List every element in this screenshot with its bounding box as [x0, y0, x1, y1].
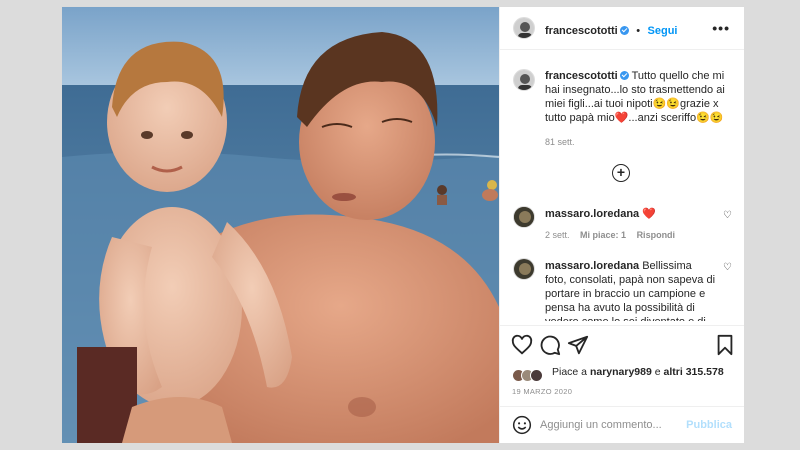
- load-more-comments-button[interactable]: +: [612, 164, 630, 182]
- avatar-image: [514, 18, 534, 38]
- comment-1-meta: 2 sett. Mi piace: 1 Rispondi: [545, 230, 675, 240]
- comments-list[interactable]: francescototti Tutto quello che mi hai i…: [500, 51, 744, 321]
- bookmark-icon: [717, 334, 733, 356]
- likes-prefix: Piace a: [552, 366, 590, 378]
- comment-1: massaro.loredana ❤️: [545, 207, 715, 221]
- commenter-avatar[interactable]: [513, 206, 535, 228]
- likes-summary: Piace a narynary989 e altri 315.578: [552, 366, 724, 378]
- post-photo[interactable]: [62, 7, 499, 443]
- caption-block: francescototti Tutto quello che mi hai i…: [545, 69, 730, 125]
- add-comment-bar: Aggiungi un commento... Pubblica: [500, 406, 744, 443]
- post-actions: Piace a narynary989 e altri 315.578 19 M…: [500, 325, 744, 399]
- heart-icon: [511, 334, 533, 355]
- comment-username[interactable]: massaro.loredana: [545, 260, 639, 272]
- post-details-panel: francescototti • Segui ••• francescotott…: [499, 7, 744, 443]
- save-button[interactable]: [714, 334, 736, 356]
- header-user: francescototti • Segui: [545, 21, 677, 39]
- comment-likes[interactable]: Mi piace: 1: [580, 230, 626, 240]
- caption-avatar[interactable]: [513, 69, 535, 91]
- publish-button[interactable]: Pubblica: [686, 419, 732, 431]
- author-username[interactable]: francescototti: [545, 25, 618, 37]
- share-icon: [567, 335, 589, 355]
- liker-avatar: [530, 369, 543, 382]
- liker-username[interactable]: narynary989: [590, 366, 652, 378]
- post-header: francescototti • Segui •••: [500, 7, 744, 50]
- comment-like-heart-icon[interactable]: ♡: [723, 262, 732, 273]
- more-options-icon[interactable]: •••: [712, 20, 730, 36]
- comment-text: ❤️: [642, 208, 656, 220]
- post-date[interactable]: 19 MARZO 2020: [512, 387, 572, 396]
- author-avatar[interactable]: [513, 17, 535, 39]
- plus-circle-icon: +: [616, 164, 626, 180]
- likes-middle: e: [651, 366, 664, 378]
- comment-icon: [540, 335, 561, 356]
- likes-count[interactable]: altri 315.578: [664, 366, 724, 378]
- like-button[interactable]: [511, 334, 533, 356]
- comment-username[interactable]: massaro.loredana: [545, 208, 639, 220]
- comment-2: massaro.loredana Bellissima foto, consol…: [545, 259, 715, 321]
- comment-button[interactable]: [539, 334, 561, 356]
- caption-age: 81 sett.: [545, 137, 575, 147]
- emoji-button[interactable]: [512, 415, 532, 435]
- avatar-image: [514, 70, 534, 90]
- beach-photo-illustration: [62, 7, 499, 443]
- comment-input[interactable]: Aggiungi un commento...: [540, 419, 662, 431]
- post-modal: francescototti • Segui ••• francescotott…: [61, 6, 744, 443]
- verified-badge-icon: [619, 71, 629, 80]
- emoji-icon: [512, 415, 532, 435]
- commenter-avatar[interactable]: [513, 258, 535, 280]
- comment-like-heart-icon[interactable]: ♡: [723, 210, 732, 221]
- verified-badge-icon: [619, 26, 629, 35]
- comment-age: 2 sett.: [545, 230, 570, 240]
- separator-dot: •: [636, 25, 641, 37]
- caption-username[interactable]: francescototti: [545, 70, 618, 82]
- share-button[interactable]: [567, 334, 589, 356]
- reply-button[interactable]: Rispondi: [637, 230, 676, 240]
- avatar-image: [514, 259, 534, 279]
- avatar-image: [514, 207, 534, 227]
- follow-button[interactable]: Segui: [648, 25, 678, 37]
